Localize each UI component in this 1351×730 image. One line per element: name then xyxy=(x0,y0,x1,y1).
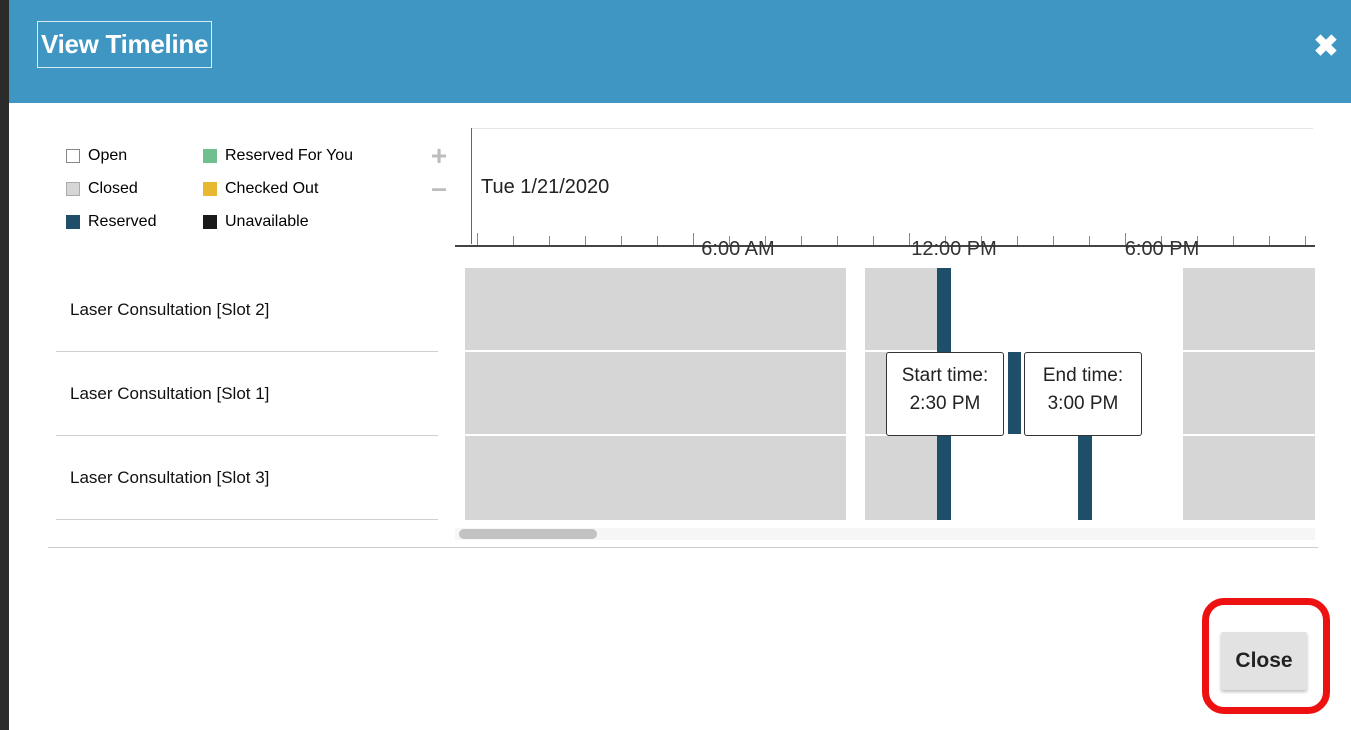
legend-item-closed: Closed xyxy=(66,176,138,202)
legend-item-checked-out: Checked Out xyxy=(203,176,318,202)
legend-item-unavailable: Unavailable xyxy=(203,209,309,235)
dialog-title: View Timeline xyxy=(37,21,213,68)
row-label-slot-3: Laser Consultation [Slot 3] xyxy=(56,436,438,520)
axis-tick xyxy=(1053,236,1054,245)
timeline-bottom-border xyxy=(48,547,1318,548)
legend-label-reserved-for-you: Reserved For You xyxy=(225,147,354,164)
axis-tick xyxy=(621,236,622,245)
axis-tick xyxy=(1269,236,1270,245)
reserved-slot[interactable] xyxy=(1078,436,1092,520)
axis-tick xyxy=(1089,236,1090,245)
legend-label-reserved: Reserved xyxy=(88,213,157,230)
timeline-scrollbar-thumb[interactable] xyxy=(459,529,597,539)
legend-item-reserved-for-you: Reserved For You xyxy=(203,143,353,169)
reserved-swatch xyxy=(66,215,80,229)
axis-tick xyxy=(1017,236,1018,245)
axis-tick xyxy=(873,236,874,245)
legend-label-unavailable: Unavailable xyxy=(225,213,309,230)
legend-label-open: Open xyxy=(88,147,128,164)
open-swatch xyxy=(66,149,80,163)
window-edge xyxy=(0,0,9,730)
legend-label-checked-out: Checked Out xyxy=(225,180,319,197)
end-time-value: 3:00 PM xyxy=(1047,393,1119,414)
axis-tick xyxy=(585,236,586,245)
minus-icon[interactable]: – xyxy=(428,174,450,202)
axis-tick xyxy=(1233,236,1234,245)
axis-label-6pm: 6:00 PM xyxy=(1124,238,1200,260)
axis-tick xyxy=(513,236,514,245)
closed-block-evening xyxy=(1183,268,1315,520)
closed-swatch xyxy=(66,182,80,196)
axis-tick xyxy=(549,236,550,245)
row-label-text: Laser Consultation [Slot 3] xyxy=(70,467,270,487)
row-label-slot-2: Laser Consultation [Slot 2] xyxy=(56,268,438,352)
unavailable-swatch xyxy=(203,215,217,229)
row-separator xyxy=(455,434,1315,436)
close-x-icon[interactable]: ✖ xyxy=(1311,32,1341,62)
axis-tick xyxy=(657,236,658,245)
axis-tick xyxy=(477,233,478,245)
axis-label-6am: 6:00 AM xyxy=(701,238,775,260)
axis-tick xyxy=(837,236,838,245)
axis-tick xyxy=(801,236,802,245)
axis-tick xyxy=(693,233,694,245)
plus-icon[interactable]: + xyxy=(428,142,450,170)
legend-item-open: Open xyxy=(66,143,127,169)
reserved-slot[interactable] xyxy=(937,436,951,520)
legend-item-reserved: Reserved xyxy=(66,209,156,235)
highlight-annotation xyxy=(1202,598,1330,714)
start-time-tooltip: Start time: 2:30 PM xyxy=(886,352,1004,436)
row-separator xyxy=(455,350,1315,352)
dialog-header: View Timeline ✖ xyxy=(9,0,1351,103)
end-time-label: End time: xyxy=(1042,365,1124,386)
axis-tick xyxy=(909,233,910,245)
reserved-for-you-swatch xyxy=(203,149,217,163)
row-label-slot-1: Laser Consultation [Slot 1] xyxy=(56,352,438,436)
checked-out-swatch xyxy=(203,182,217,196)
axis-label-12pm: 12:00 PM xyxy=(911,238,997,260)
timeline-date-marker xyxy=(471,128,472,244)
start-time-label: Start time: xyxy=(901,365,989,386)
reserved-slot[interactable] xyxy=(1008,352,1021,434)
end-time-tooltip: End time: 3:00 PM xyxy=(1024,352,1142,436)
reserved-slot[interactable] xyxy=(937,268,951,352)
row-label-text: Laser Consultation [Slot 2] xyxy=(70,299,270,319)
start-time-value: 2:30 PM xyxy=(909,393,981,414)
legend-label-closed: Closed xyxy=(88,180,138,197)
timeline-date: Tue 1/21/2020 xyxy=(481,176,610,198)
timeline-top-border xyxy=(471,128,1313,129)
closed-block-morning xyxy=(465,268,846,520)
row-label-text: Laser Consultation [Slot 1] xyxy=(70,383,270,403)
axis-tick xyxy=(1305,236,1306,245)
